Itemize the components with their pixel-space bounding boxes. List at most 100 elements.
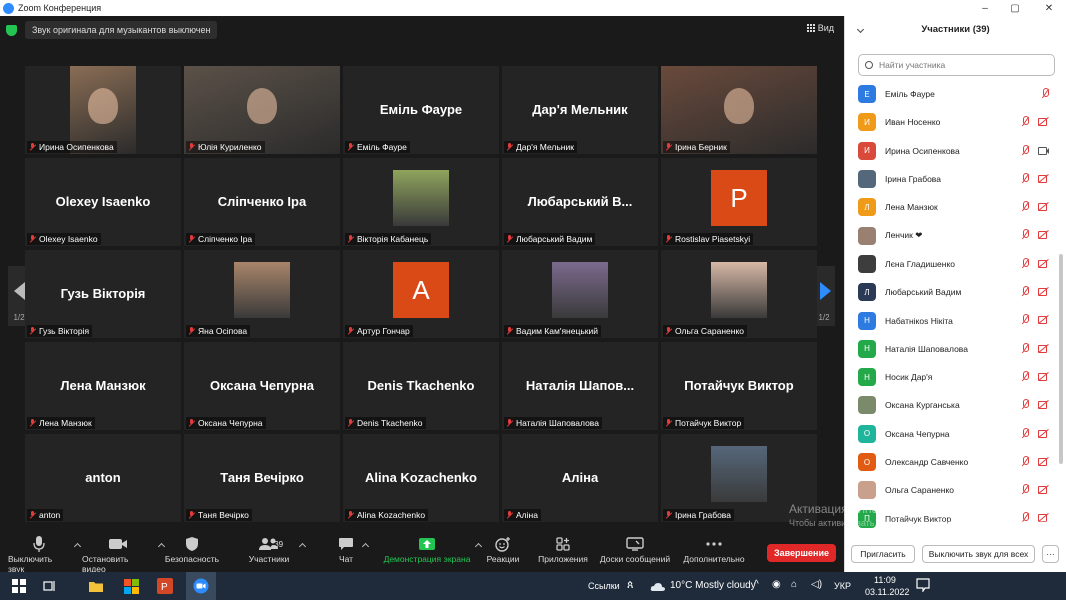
more-button[interactable]: Дополнительно: [681, 534, 747, 564]
video-tile[interactable]: Оксана Чепурна Оксана Чепурна: [184, 342, 340, 430]
video-tile[interactable]: Ірина Берник: [661, 66, 817, 154]
participants-button[interactable]: 39 Участники: [243, 534, 307, 564]
whiteboard-icon: [626, 534, 644, 554]
links-toolbar-label[interactable]: Ссылки: [588, 581, 620, 591]
chevron-up-icon[interactable]: ^: [754, 579, 759, 590]
video-tile[interactable]: Olexey Isaenko Olexey Isaenko: [25, 158, 181, 246]
participant-row[interactable]: Ольга Сараненко: [858, 476, 1053, 504]
apps-button[interactable]: Приложения: [535, 534, 591, 564]
shield-icon[interactable]: [6, 24, 17, 36]
apps-label: Приложения: [538, 554, 588, 564]
input-language[interactable]: УКР: [834, 581, 851, 591]
video-tile[interactable]: anton anton: [25, 434, 181, 522]
maximize-button[interactable]: ▢: [1000, 0, 1030, 16]
invite-button[interactable]: Пригласить: [851, 545, 915, 563]
video-tile[interactable]: Гузь Вікторія Гузь Вікторія: [25, 250, 181, 338]
participant-row[interactable]: Ленчик ❤: [858, 221, 1053, 249]
record-icon[interactable]: ◉: [772, 579, 781, 590]
stop-video-button[interactable]: Остановить видео: [82, 534, 166, 574]
video-tile[interactable]: Ірина Грабова: [661, 434, 817, 522]
video-tile[interactable]: Вадим Кам'янецький: [502, 250, 658, 338]
chat-button[interactable]: Чат: [334, 534, 370, 564]
microphone-muted-icon: [1021, 342, 1029, 354]
participants-options-caret-icon[interactable]: [298, 542, 307, 551]
end-meeting-button[interactable]: Завершение: [766, 544, 836, 562]
video-tile[interactable]: Alina Kozachenko Alina Kozachenko: [343, 434, 499, 522]
participant-row[interactable]: Е Еміль Фауре: [858, 80, 1053, 108]
share-screen-button[interactable]: Демонстрация экрана: [383, 534, 483, 564]
mute-button[interactable]: Выключить звук: [8, 534, 82, 574]
security-button[interactable]: Безопасность: [163, 534, 221, 564]
shield-icon: [185, 534, 199, 554]
participant-row[interactable]: Ірина Грабова: [858, 165, 1053, 193]
profile-picture: [234, 262, 290, 318]
video-tile[interactable]: Ирина Осипенкова: [25, 66, 181, 154]
tile-participant-name: Потайчук Виктор: [675, 418, 742, 428]
video-tile[interactable]: Еміль Фауре Еміль Фауре: [343, 66, 499, 154]
microphone-muted-icon: [1021, 172, 1029, 184]
share-options-caret-icon[interactable]: [474, 542, 483, 551]
store-icon[interactable]: [121, 576, 141, 596]
participant-row[interactable]: О Олександр Савченко: [858, 448, 1053, 476]
microphone-muted-icon: [1021, 201, 1029, 212]
video-tile[interactable]: Яна Осіпова: [184, 250, 340, 338]
view-button[interactable]: Вид: [806, 23, 834, 33]
whiteboards-button[interactable]: Доски сообщений: [598, 534, 672, 564]
weather-readout[interactable]: 10°C Mostly cloudy: [670, 580, 756, 591]
video-tile[interactable]: Ольга Сараненко: [661, 250, 817, 338]
clock-date[interactable]: 03.11.2022: [865, 587, 909, 597]
title-bar: Zoom Конференция – ▢ ✕: [0, 0, 1066, 16]
zoom-taskbar-icon[interactable]: [186, 572, 216, 600]
notifications-icon[interactable]: [916, 578, 930, 594]
person-icon[interactable]: ጰ: [627, 579, 634, 592]
profile-picture: [711, 446, 767, 502]
mute-all-button[interactable]: Выключить звук для всех: [922, 545, 1035, 563]
participant-search-input[interactable]: [879, 60, 1039, 70]
video-tile[interactable]: Вікторія Кабанець: [343, 158, 499, 246]
close-button[interactable]: ✕: [1034, 0, 1064, 16]
tile-name-label: Лена Манзюк: [27, 417, 95, 429]
participant-row[interactable]: И Иван Носенко: [858, 108, 1053, 136]
volume-icon[interactable]: ◁): [811, 579, 822, 590]
participant-row[interactable]: И Ирина Осипенкова: [858, 137, 1053, 165]
participant-row[interactable]: Оксана Курганська: [858, 391, 1053, 419]
microphone-muted-icon: [1021, 455, 1029, 467]
video-tile[interactable]: Наталія Шапов... Наталія Шаповалова: [502, 342, 658, 430]
participant-row[interactable]: Н Наталія Шаповалова: [858, 335, 1053, 363]
participant-row[interactable]: Н Носик Дар'я: [858, 363, 1053, 391]
video-tile[interactable]: Лена Манзюк Лена Манзюк: [25, 342, 181, 430]
video-tile[interactable]: Дар'я Мельник Дар'я Мельник: [502, 66, 658, 154]
clock-time[interactable]: 11:09: [874, 575, 896, 585]
file-explorer-icon[interactable]: [86, 576, 106, 596]
camera-off-icon: [1038, 429, 1049, 438]
video-tile[interactable]: Юлія Куриленко: [184, 66, 340, 154]
participant-row[interactable]: П Потайчук Виктор: [858, 504, 1053, 532]
camera-off-icon: [1038, 457, 1049, 466]
video-tile[interactable]: Аліна Аліна: [502, 434, 658, 522]
powerpoint-icon[interactable]: P: [155, 576, 175, 596]
participant-row[interactable]: Л Любарський Вадим: [858, 278, 1053, 306]
participant-row[interactable]: Лєна Гладишенко: [858, 250, 1053, 278]
network-icon[interactable]: ⌂: [791, 579, 797, 590]
tile-display-name: Гузь Вікторія: [60, 286, 146, 301]
video-tile[interactable]: P Rostislav Piasetskyi: [661, 158, 817, 246]
windows-start-icon[interactable]: [9, 576, 29, 596]
participant-search-field[interactable]: [858, 54, 1055, 76]
participant-row[interactable]: О Оксана Чепурна: [858, 420, 1053, 448]
participant-row[interactable]: Л Лена Манзюк: [858, 193, 1053, 221]
mute-options-caret-icon[interactable]: [73, 542, 82, 551]
video-tile[interactable]: A Артур Гончар: [343, 250, 499, 338]
participant-list-scrollbar[interactable]: [1059, 254, 1063, 464]
video-tile[interactable]: Таня Вечірко Таня Вечірко: [184, 434, 340, 522]
video-tile[interactable]: Сліпченко Іра Сліпченко Іра: [184, 158, 340, 246]
reactions-button[interactable]: Реакции: [486, 534, 520, 564]
minimize-button[interactable]: –: [970, 0, 1000, 16]
task-view-icon[interactable]: [40, 576, 60, 596]
video-tile[interactable]: Любарський В... Любарський Вадим: [502, 158, 658, 246]
video-tile[interactable]: Потайчук Виктор Потайчук Виктор: [661, 342, 817, 430]
panel-more-button[interactable]: ···: [1042, 545, 1059, 563]
chat-options-caret-icon[interactable]: [361, 542, 370, 551]
participant-row[interactable]: Н Набатнікоs Нікіта: [858, 306, 1053, 334]
microphone-muted-icon: [1021, 229, 1029, 240]
video-tile[interactable]: Denis Tkachenko Denis Tkachenko: [343, 342, 499, 430]
